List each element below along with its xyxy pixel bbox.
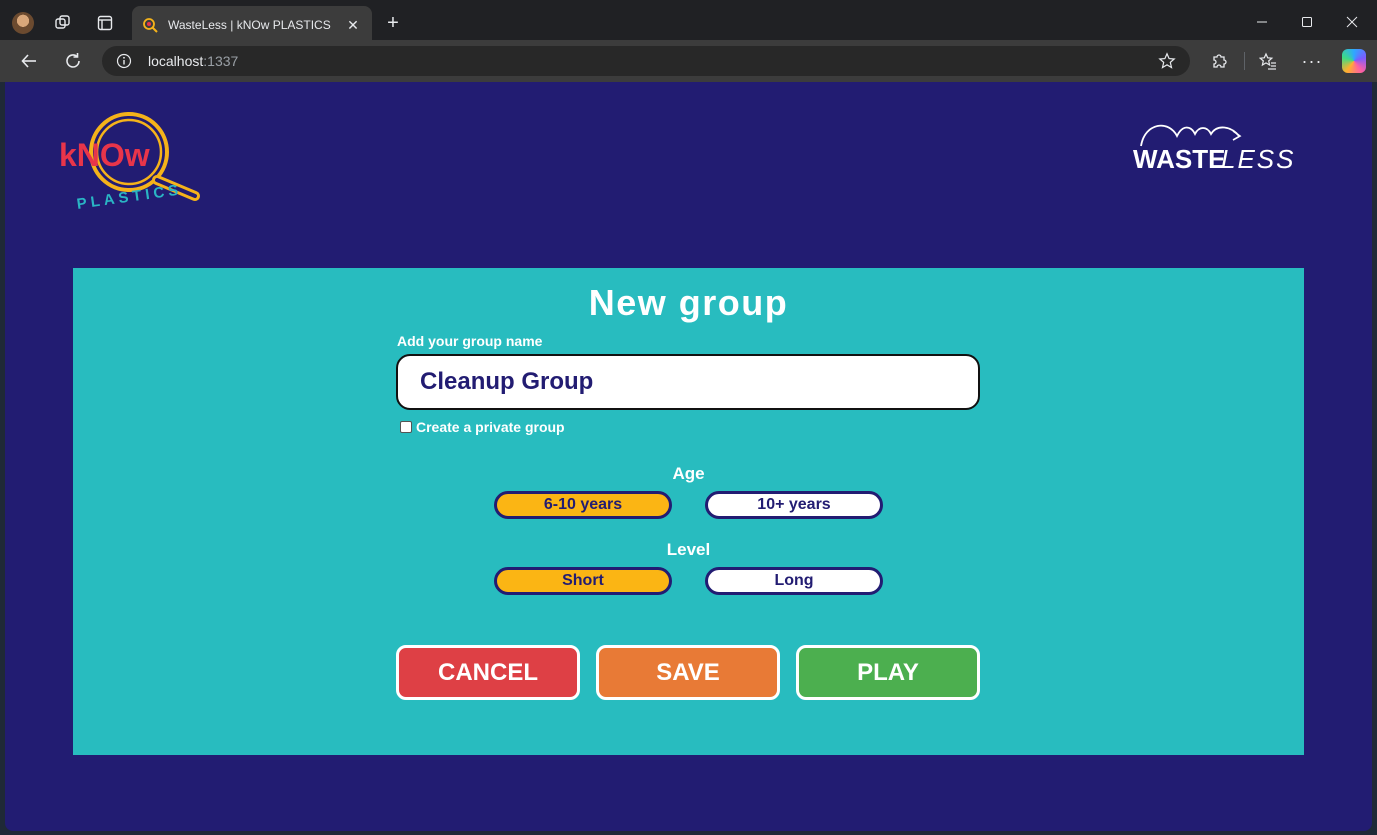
- more-menu-icon[interactable]: ···: [1301, 50, 1323, 72]
- age-option-10-plus[interactable]: 10+ years: [705, 491, 883, 519]
- know-plastics-logo: kNOw PLASTICS: [59, 112, 200, 213]
- favorites-icon[interactable]: [1257, 50, 1279, 72]
- age-option-6-10[interactable]: 6-10 years: [494, 491, 672, 519]
- tab-favicon-icon: [143, 18, 158, 33]
- tab-title: WasteLess | kNOw PLASTICS: [168, 18, 331, 32]
- level-heading: Level: [666, 540, 711, 559]
- svg-text:kNOw: kNOw: [59, 137, 150, 173]
- address-bar[interactable]: localhost:1337: [102, 46, 1190, 76]
- page-background: kNOw PLASTICS WASTE LESS New group Add y…: [5, 82, 1372, 831]
- svg-text:WASTE: WASTE: [1133, 144, 1225, 174]
- group-name-input[interactable]: [396, 354, 980, 410]
- age-heading: Age: [672, 464, 705, 483]
- group-name-label: Add your group name: [397, 333, 543, 349]
- favorite-star-icon[interactable]: [1158, 52, 1176, 70]
- cancel-button[interactable]: CANCEL: [396, 645, 580, 700]
- copilot-icon[interactable]: [1342, 49, 1366, 73]
- maximize-icon[interactable]: [1295, 10, 1319, 34]
- extensions-icon[interactable]: [1208, 50, 1230, 72]
- site-info-icon[interactable]: [116, 53, 132, 69]
- private-group-checkbox[interactable]: [400, 421, 412, 433]
- workspaces-icon[interactable]: [52, 12, 74, 34]
- tab-close-icon[interactable]: ✕: [344, 17, 362, 34]
- url-port: :1337: [203, 53, 239, 69]
- private-group-label: Create a private group: [416, 419, 565, 435]
- new-group-panel: New group Add your group name Create a p…: [73, 268, 1304, 755]
- svg-text:PLASTICS: PLASTICS: [76, 181, 184, 213]
- window-close-icon[interactable]: [1340, 10, 1364, 34]
- reload-icon[interactable]: [62, 50, 84, 72]
- tab-actions-icon[interactable]: [94, 12, 116, 34]
- profile-avatar[interactable]: [12, 12, 34, 34]
- svg-text:LESS: LESS: [1221, 144, 1296, 174]
- back-arrow-icon[interactable]: [18, 50, 40, 72]
- wasteless-logo: WASTE LESS: [1133, 124, 1296, 174]
- private-group-option[interactable]: Create a private group: [400, 419, 565, 435]
- page-title: New group: [588, 282, 789, 323]
- tab-active[interactable]: WasteLess | kNOw PLASTICS ✕: [132, 6, 372, 44]
- url-host: localhost: [148, 53, 204, 69]
- toolbar-separator: [1244, 52, 1245, 70]
- level-option-long[interactable]: Long: [705, 567, 883, 595]
- level-option-short[interactable]: Short: [494, 567, 672, 595]
- new-tab-icon[interactable]: +: [382, 12, 404, 34]
- play-button[interactable]: PLAY: [796, 645, 980, 700]
- minimize-icon[interactable]: [1250, 10, 1274, 34]
- save-button[interactable]: SAVE: [596, 645, 780, 700]
